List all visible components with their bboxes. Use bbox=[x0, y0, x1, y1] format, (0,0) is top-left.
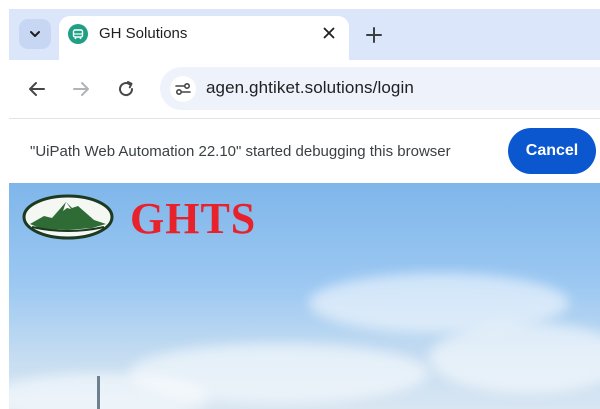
url-text[interactable]: agen.ghtiket.solutions/login bbox=[206, 78, 414, 98]
page-content: GHTS bbox=[9, 183, 600, 409]
site-info-button[interactable] bbox=[170, 76, 196, 102]
tab-search-button[interactable] bbox=[19, 19, 51, 49]
brand-text: GHTS bbox=[130, 194, 257, 243]
plus-icon bbox=[366, 27, 382, 43]
reload-button[interactable] bbox=[112, 77, 140, 101]
reload-icon bbox=[119, 81, 134, 97]
tab-active[interactable]: GH Solutions bbox=[59, 16, 349, 60]
debugging-infobar: "UiPath Web Automation 22.10" started de… bbox=[9, 119, 600, 183]
tune-icon bbox=[175, 82, 191, 96]
tab-close-button[interactable] bbox=[319, 23, 339, 43]
chevron-down-icon bbox=[30, 31, 40, 37]
new-tab-button[interactable] bbox=[362, 23, 386, 47]
tab-title: GH Solutions bbox=[99, 25, 188, 42]
infobar-message: "UiPath Web Automation 22.10" started de… bbox=[30, 143, 451, 160]
window-edge bbox=[0, 0, 9, 409]
cloud bbox=[429, 323, 600, 393]
back-button[interactable] bbox=[23, 77, 51, 101]
arrow-left-icon bbox=[29, 82, 45, 96]
antenna-tower bbox=[97, 376, 100, 409]
mountain-logo-icon bbox=[22, 194, 114, 240]
cancel-button[interactable]: Cancel bbox=[508, 128, 596, 174]
address-bar[interactable]: agen.ghtiket.solutions/login bbox=[160, 67, 600, 110]
ghts-favicon-icon bbox=[68, 24, 88, 44]
close-icon bbox=[323, 27, 335, 39]
arrow-right-icon bbox=[73, 82, 89, 96]
forward-button[interactable] bbox=[67, 77, 95, 101]
ghts-logo[interactable] bbox=[22, 194, 114, 245]
